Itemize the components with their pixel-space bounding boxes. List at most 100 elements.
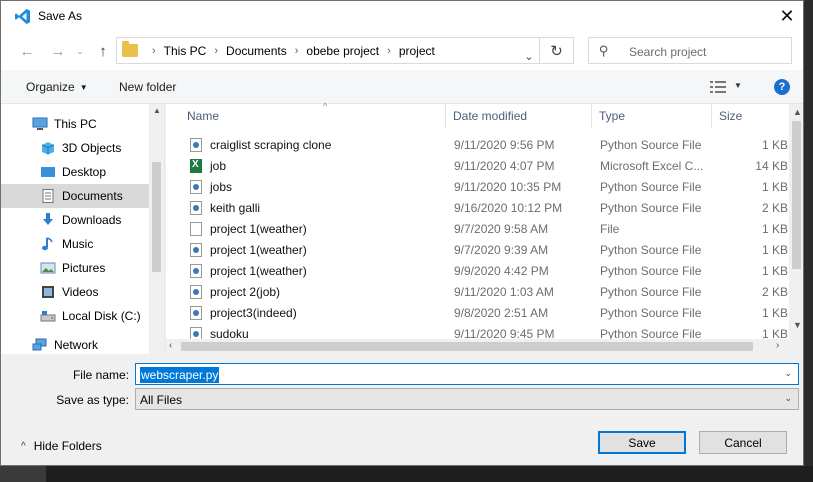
save-as-type-select[interactable]: All Files ⌄ xyxy=(135,388,799,410)
cancel-button[interactable]: Cancel xyxy=(699,431,787,454)
organize-label: Organize xyxy=(26,80,75,94)
save-button[interactable]: Save xyxy=(598,431,686,454)
recent-locations-chevron-icon[interactable]: ⌄ xyxy=(71,42,89,60)
sidebar-item-network[interactable]: Network xyxy=(1,333,149,357)
sidebar-item-this-pc[interactable]: This PC xyxy=(1,112,149,136)
file-list-vertical-scrollbar[interactable]: ▲ ▼ xyxy=(789,104,803,339)
table-row[interactable]: project 1(weather) 9/7/2020 9:58 AM File… xyxy=(166,218,790,239)
up-button[interactable]: ↑ xyxy=(94,42,112,60)
column-header-size[interactable]: Size xyxy=(712,104,789,128)
python-file-icon xyxy=(190,327,202,339)
chevron-down-icon[interactable]: ⌄ xyxy=(784,393,792,404)
sidebar-item-videos[interactable]: Videos xyxy=(1,280,149,304)
forward-button[interactable]: → xyxy=(49,42,67,60)
hide-folders-button[interactable]: ^ Hide Folders xyxy=(21,439,102,453)
organize-button[interactable]: Organize ▼ xyxy=(26,80,88,94)
scroll-up-icon[interactable]: ▲ xyxy=(793,107,802,117)
file-size: 2 KB xyxy=(761,285,788,299)
file-type: Python Source File xyxy=(600,306,702,320)
file-type: Python Source File xyxy=(600,243,702,257)
chevron-right-icon: › xyxy=(387,45,391,57)
scroll-down-icon[interactable]: ▼ xyxy=(793,320,802,330)
file-date: 9/11/2020 9:45 PM xyxy=(454,327,555,339)
3d-objects-icon xyxy=(40,141,56,155)
sidebar-item-downloads[interactable]: Downloads xyxy=(1,208,149,232)
table-row[interactable]: job 9/11/2020 4:07 PM Microsoft Excel C.… xyxy=(166,155,790,176)
sidebar-item-documents[interactable]: Documents xyxy=(1,184,149,208)
sidebar-scrollbar[interactable]: ▲ xyxy=(149,104,164,354)
help-button[interactable]: ? xyxy=(774,79,790,95)
python-file-icon xyxy=(190,180,202,194)
file-name-field[interactable]: webscraper.py ⌄ xyxy=(135,363,799,385)
file-type: Python Source File xyxy=(600,138,702,152)
file-date: 9/7/2020 9:39 AM xyxy=(454,243,549,257)
table-row[interactable]: project 1(weather) 9/9/2020 4:42 PM Pyth… xyxy=(166,260,790,281)
table-row[interactable]: project 2(job) 9/11/2020 1:03 AM Python … xyxy=(166,281,790,302)
table-row[interactable]: project 1(weather) 9/7/2020 9:39 AM Pyth… xyxy=(166,239,790,260)
videos-icon xyxy=(40,285,56,299)
sidebar-item-desktop[interactable]: Desktop xyxy=(1,160,149,184)
column-header-type[interactable]: Type xyxy=(592,104,712,128)
file-name: project 2(job) xyxy=(210,285,281,299)
sidebar-item-label: Local Disk (C:) xyxy=(62,309,141,323)
sidebar-item-3d-objects[interactable]: 3D Objects xyxy=(1,136,149,160)
search-input[interactable]: ⚲ Search project xyxy=(588,37,792,64)
file-name: project 1(weather) xyxy=(210,243,307,257)
file-date: 9/16/2020 10:12 PM xyxy=(454,201,563,215)
new-folder-button[interactable]: New folder xyxy=(119,80,176,94)
table-row[interactable]: sudoku 9/11/2020 9:45 PM Python Source F… xyxy=(166,323,790,339)
address-bar[interactable]: › This PC › Documents › obebe project › … xyxy=(116,37,540,64)
title-bar: Save As ✕ xyxy=(1,1,803,32)
caret-down-icon[interactable]: ▼ xyxy=(734,81,742,90)
column-header-name[interactable]: ^ Name xyxy=(180,101,446,128)
table-row[interactable]: project3(indeed) 9/8/2020 2:51 AM Python… xyxy=(166,302,790,323)
python-file-icon xyxy=(190,306,202,320)
chevron-right-icon: › xyxy=(294,45,299,57)
scroll-left-icon[interactable]: ‹ xyxy=(169,340,172,351)
table-row[interactable]: jobs 9/11/2020 10:35 PM Python Source Fi… xyxy=(166,176,790,197)
breadcrumb-item[interactable]: Documents xyxy=(226,44,287,58)
local-disk-icon xyxy=(40,309,56,323)
sidebar-item-label: Network xyxy=(54,338,99,352)
view-options-icon[interactable] xyxy=(710,81,726,93)
sidebar-item-label: Pictures xyxy=(62,261,106,275)
file-date: 9/9/2020 4:42 PM xyxy=(454,264,549,278)
sidebar-item-label: Music xyxy=(62,237,94,251)
file-size: 1 KB xyxy=(761,327,788,339)
address-dropdown-icon[interactable]: ⌄ xyxy=(519,43,539,70)
file-list-horizontal-scrollbar[interactable]: ‹ › xyxy=(166,339,803,354)
table-row[interactable]: craiglist scraping clone 9/11/2020 9:56 … xyxy=(166,134,790,155)
background-strip-right xyxy=(804,0,813,482)
column-header-date[interactable]: Date modified xyxy=(446,104,592,128)
file-size: 1 KB xyxy=(761,243,788,257)
sidebar-item-pictures[interactable]: Pictures xyxy=(1,256,149,280)
file-type: Python Source File xyxy=(600,201,702,215)
file-size: 1 KB xyxy=(761,222,788,236)
desktop-icon xyxy=(40,165,56,179)
scroll-right-icon[interactable]: › xyxy=(776,340,779,351)
breadcrumb-item[interactable]: This PC xyxy=(164,44,207,58)
navigation-pane: This PC 3D Objects Desktop Documents Dow… xyxy=(1,104,165,354)
file-name: jobs xyxy=(210,180,233,194)
generic-file-icon xyxy=(190,222,202,236)
file-name: project 1(weather) xyxy=(210,264,307,278)
scroll-up-icon[interactable]: ▲ xyxy=(153,106,161,115)
scrollbar-thumb[interactable] xyxy=(152,162,161,272)
scrollbar-thumb[interactable] xyxy=(181,342,753,351)
breadcrumb-item[interactable]: project xyxy=(399,44,435,58)
chevron-down-icon[interactable]: ⌄ xyxy=(784,368,792,379)
sidebar-item-music[interactable]: Music xyxy=(1,232,149,256)
table-row[interactable]: keith galli 9/16/2020 10:12 PM Python So… xyxy=(166,197,790,218)
close-button[interactable]: ✕ xyxy=(771,1,803,32)
file-size: 14 KB xyxy=(755,159,788,173)
breadcrumb-item[interactable]: obebe project xyxy=(306,44,379,58)
back-button[interactable]: ← xyxy=(18,42,36,60)
sidebar-item-local-disk[interactable]: Local Disk (C:) xyxy=(1,304,149,328)
scrollbar-thumb[interactable] xyxy=(792,121,801,269)
downloads-icon xyxy=(40,213,56,227)
refresh-button[interactable]: ↻ xyxy=(540,37,574,64)
sidebar-item-label: Desktop xyxy=(62,165,107,179)
caret-down-icon: ▼ xyxy=(79,83,88,92)
chevron-right-icon: › xyxy=(152,45,156,57)
background-tab xyxy=(0,466,46,482)
